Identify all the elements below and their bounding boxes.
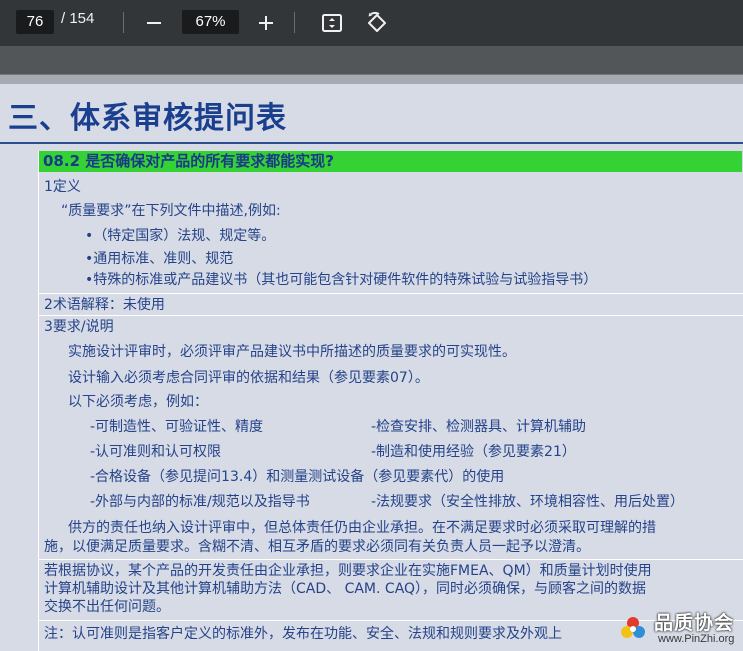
zoom-out-button[interactable] [140, 9, 168, 37]
requirement-heading: 3要求/说明 [44, 319, 114, 335]
rotate-button[interactable] [363, 9, 391, 37]
watermark: 品质协会 www.PinZhi.org [618, 608, 743, 650]
toolbar-divider [294, 12, 295, 33]
title-underline [0, 142, 743, 144]
watermark-name: 品质协会 [654, 612, 735, 634]
flower-logo-icon [621, 617, 645, 638]
page-total: / 154 [61, 10, 95, 27]
consider-item-right: -制造和使用经验（参见要素21） [371, 444, 576, 460]
consider-item-left: -合格设备（参见提问13.4）和测量测试设备（参见要素代）的使用 [90, 469, 505, 485]
paragraph-line: 供方的责任也纳入设计评审中，但总体责任仍由企业承担。在不满足要求时必须采取可理解… [68, 520, 656, 536]
definition-intro: “质量要求”在下列文件中描述,例如: [61, 203, 281, 219]
requirement-line: 设计输入必须考虑合同评审的依据和结果（参见要素07）。 [68, 370, 429, 386]
fit-to-page-icon [322, 14, 342, 32]
zoom-level-input[interactable]: 67% [182, 10, 239, 34]
toolbar-divider [123, 12, 124, 33]
slide-top-band [0, 75, 743, 84]
definition-item: •通用标准、准则、规范 [85, 251, 234, 267]
consider-item-left: -可制造性、可验证性、精度 [90, 419, 264, 435]
definition-item: •特殊的标准或产品建议书（其也可能包含针对硬件软件的特殊试验与试验指导书） [85, 272, 598, 288]
consider-item-left: -外部与内部的标准/规范以及指导书 [90, 494, 310, 510]
question-header: 08.2 是否确保对产品的所有要求都能实现? [39, 151, 742, 172]
fit-to-page-button[interactable] [318, 9, 346, 37]
minus-icon [147, 22, 161, 24]
viewer-background [0, 46, 743, 74]
requirement-line: 以下必须考虑，例如： [68, 394, 208, 410]
row-divider [39, 293, 743, 294]
rotate-icon [368, 11, 386, 32]
row-divider [39, 559, 743, 560]
paragraph-line: 交换不出任何问题。 [44, 599, 170, 615]
definition-item: •（特定国家）法规、规定等。 [85, 228, 276, 244]
paragraph-line: 若根据协议，某个产品的开发责任由企业承担，则要求企业在实施FMEA、QM）和质量… [44, 563, 652, 579]
paragraph-line: 计算机辅助设计及其他计算机辅助方法（CAD、 CAM. CAQ），同时必须确保，… [44, 581, 647, 597]
page-number-input[interactable]: 76 [16, 10, 54, 34]
consider-item-right: -检查安排、检测器具、计算机辅助 [371, 419, 587, 435]
plus-icon [259, 16, 273, 30]
requirement-line: 实施设计评审时，必须评审产品建议书中所描述的质量要求的可实现性。 [68, 344, 516, 360]
watermark-url: www.PinZhi.org [658, 633, 735, 645]
row-divider [39, 315, 743, 316]
consider-item-left: -认可准则和认可权限 [90, 444, 222, 460]
note-line: 注：认可准则是指客户定义的标准外，发布在功能、安全、法规和规则要求及外观上 [44, 626, 562, 642]
pdf-toolbar: 76 / 154 67% [0, 0, 743, 46]
paragraph-line: 施，以便满足质量要求。含糊不清、相互矛盾的要求必须同有关负责人员一起予以澄清。 [44, 539, 590, 555]
zoom-in-button[interactable] [252, 9, 280, 37]
question-table: 08.2 是否确保对产品的所有要求都能实现? 1定义 “质量要求”在下列文件中描… [38, 151, 743, 651]
pdf-page: 三、体系审核提问表 08.2 是否确保对产品的所有要求都能实现? 1定义 “质量… [0, 74, 743, 651]
consider-item-right: -法规要求（安全性排放、环境相容性、用后处置） [371, 494, 685, 510]
slide-title: 三、体系审核提问表 [8, 101, 287, 136]
term-row: 2术语解释：未使用 [44, 297, 165, 313]
definition-heading: 1定义 [44, 179, 81, 195]
